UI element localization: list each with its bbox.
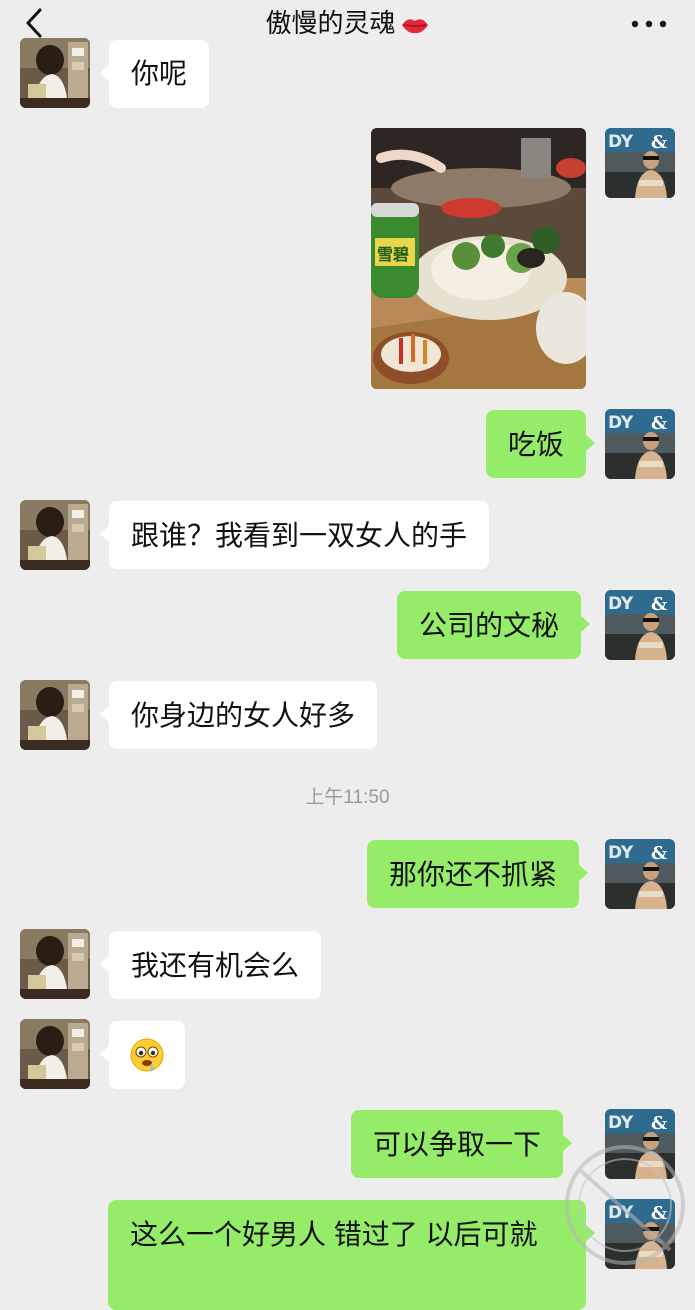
- chat-title: 傲慢的灵魂: [265, 8, 396, 38]
- message-text: 公司的文秘: [419, 610, 560, 641]
- watermark-stamp-icon: [565, 1145, 685, 1265]
- my-avatar[interactable]: [605, 128, 675, 198]
- message-text: 那你还不抓紧: [389, 859, 558, 890]
- message-bubble-incoming[interactable]: 你呢: [99, 40, 210, 108]
- chat-title-wrap: 傲慢的灵魂: [0, 6, 695, 40]
- chat-header: 傲慢的灵魂: [0, 0, 695, 50]
- message-bubble-outgoing[interactable]: 吃饭: [486, 410, 596, 478]
- hotpot-photo[interactable]: 雪碧: [371, 128, 586, 389]
- message-bubble-incoming[interactable]: 你身边的女人好多: [99, 681, 378, 749]
- message-text: 你呢: [131, 58, 188, 89]
- message-bubble-outgoing[interactable]: 公司的文秘: [397, 591, 591, 659]
- message-bubble-incoming[interactable]: 跟谁？我看到一双女人的手: [99, 501, 490, 569]
- my-avatar[interactable]: [605, 839, 675, 909]
- message-text: 可以争取一下: [373, 1129, 542, 1160]
- message-bubble-incoming[interactable]: 我还有机会么: [99, 931, 322, 999]
- can-label: 雪碧: [377, 245, 409, 264]
- more-dots-icon[interactable]: [629, 14, 669, 34]
- message-bubble-outgoing[interactable]: 可以争取一下: [351, 1110, 573, 1178]
- message-text: 你身边的女人好多: [131, 700, 356, 731]
- message-bubble-incoming[interactable]: [100, 1021, 185, 1089]
- my-avatar[interactable]: [605, 590, 675, 660]
- message-timestamp: 上午11:50: [305, 787, 390, 808]
- contact-avatar[interactable]: [20, 500, 90, 570]
- message-text: 吃饭: [508, 429, 565, 460]
- message-text: 这么一个好男人 错过了 以后可就: [130, 1219, 538, 1250]
- message-bubble-outgoing[interactable]: 那你还不抓紧: [367, 840, 589, 908]
- contact-avatar[interactable]: [20, 1019, 90, 1089]
- contact-avatar[interactable]: [20, 680, 90, 750]
- contact-avatar[interactable]: [20, 929, 90, 999]
- drooling-face-icon: [130, 1038, 164, 1072]
- contact-avatar[interactable]: [20, 38, 90, 108]
- message-text: 我还有机会么: [131, 950, 300, 981]
- my-avatar[interactable]: [605, 409, 675, 479]
- message-bubble-outgoing[interactable]: 这么一个好男人 错过了 以后可就: [108, 1200, 595, 1310]
- message-text: 跟谁？我看到一双女人的手: [131, 520, 468, 551]
- kiss-lips-icon: [401, 19, 428, 34]
